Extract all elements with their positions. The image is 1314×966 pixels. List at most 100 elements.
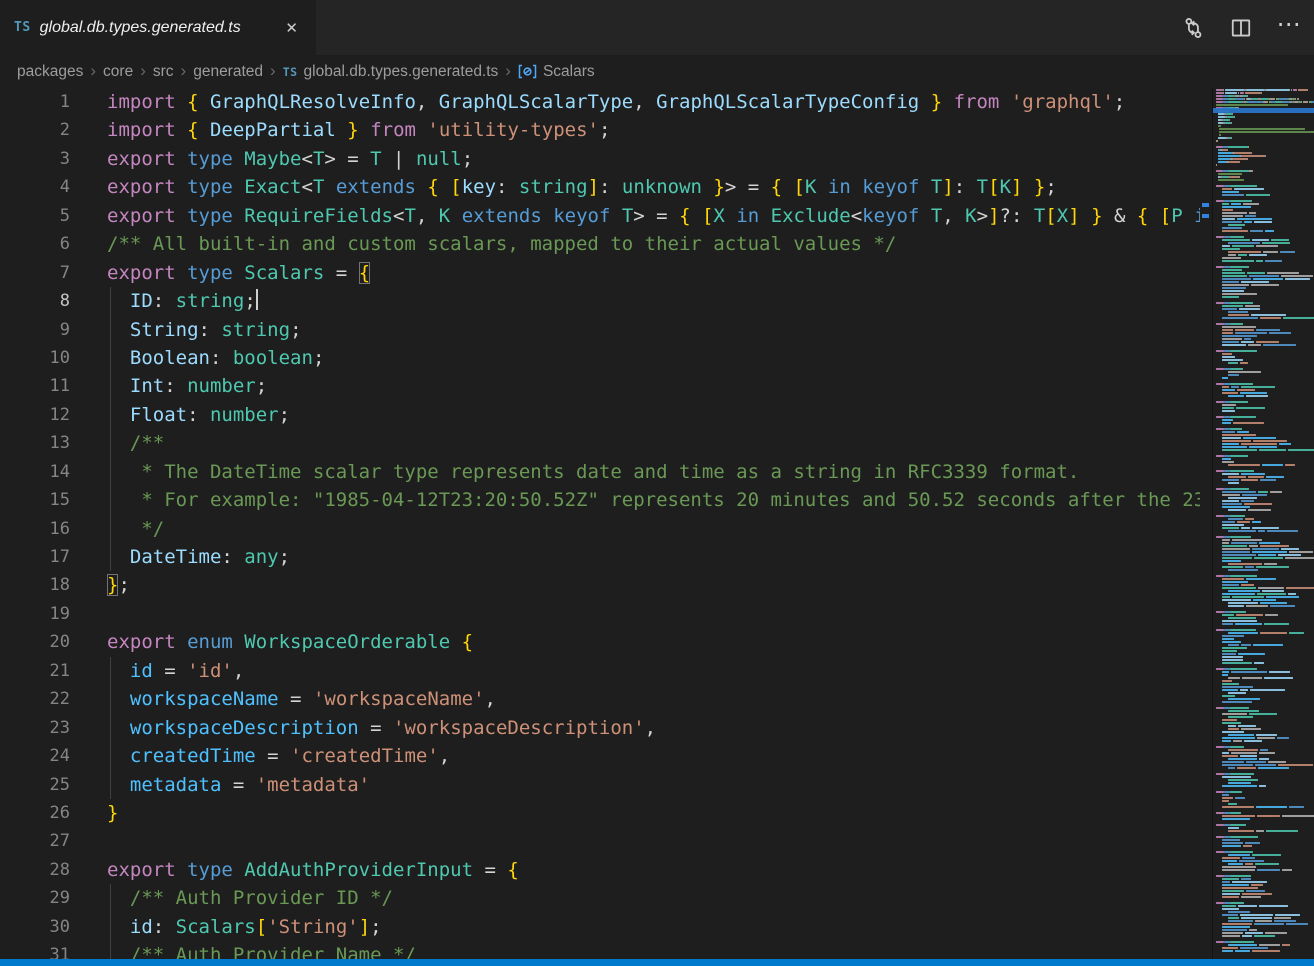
overview-ruler-marker bbox=[1202, 214, 1209, 218]
open-changes-button[interactable] bbox=[1176, 11, 1210, 45]
code-line[interactable]: 18}; bbox=[0, 571, 1200, 599]
line-number[interactable]: 22 bbox=[0, 685, 70, 713]
code-line[interactable]: 4export type Exact<T extends { [key: str… bbox=[0, 173, 1200, 201]
close-icon[interactable]: ✕ bbox=[281, 17, 302, 39]
code-line[interactable]: 12 Float: number; bbox=[0, 401, 1200, 429]
line-number[interactable]: 29 bbox=[0, 884, 70, 912]
code-line[interactable]: 22 workspaceName = 'workspaceName', bbox=[0, 685, 1200, 713]
code-line[interactable]: 10 Boolean: boolean; bbox=[0, 344, 1200, 372]
line-number[interactable]: 9 bbox=[0, 316, 70, 344]
code-line[interactable]: 16 */ bbox=[0, 515, 1200, 543]
breadcrumb-item-src[interactable]: src bbox=[153, 63, 174, 81]
line-number[interactable]: 25 bbox=[0, 771, 70, 799]
code-lines[interactable]: 1import { GraphQLResolveInfo, GraphQLSca… bbox=[0, 88, 1200, 959]
code-line[interactable]: 31 /** Auth Provider Name */ bbox=[0, 941, 1200, 959]
line-number[interactable]: 31 bbox=[0, 941, 70, 959]
typescript-file-icon: TS bbox=[283, 65, 298, 79]
line-number[interactable]: 17 bbox=[0, 543, 70, 571]
chevron-right-icon: › bbox=[270, 62, 276, 81]
line-number[interactable]: 18 bbox=[0, 571, 70, 599]
breadcrumb: packages › core › src › generated › TS g… bbox=[0, 55, 1314, 88]
code-line[interactable]: 30 id: Scalars['String']; bbox=[0, 913, 1200, 941]
line-number[interactable]: 28 bbox=[0, 856, 70, 884]
line-number[interactable]: 26 bbox=[0, 799, 70, 827]
typescript-file-icon: TS bbox=[14, 20, 31, 35]
chevron-right-icon: › bbox=[181, 62, 187, 81]
code-line[interactable]: 19 bbox=[0, 600, 1200, 628]
line-number[interactable]: 3 bbox=[0, 145, 70, 173]
line-number[interactable]: 2 bbox=[0, 116, 70, 144]
code-line[interactable]: 27 bbox=[0, 827, 1200, 855]
code-line[interactable]: 8 ID: string; bbox=[0, 287, 1200, 315]
line-number[interactable]: 7 bbox=[0, 259, 70, 287]
code-line[interactable]: 3export type Maybe<T> = T | null; bbox=[0, 145, 1200, 173]
line-number[interactable]: 14 bbox=[0, 458, 70, 486]
code-line[interactable]: 14 * The DateTime scalar type represents… bbox=[0, 458, 1200, 486]
code-line[interactable]: 29 /** Auth Provider ID */ bbox=[0, 884, 1200, 912]
code-line[interactable]: 20export enum WorkspaceOrderable { bbox=[0, 628, 1200, 656]
symbol-object-icon bbox=[518, 64, 537, 79]
minimap-current-line-marker bbox=[1213, 108, 1314, 113]
code-line[interactable]: 2import { DeepPartial } from 'utility-ty… bbox=[0, 116, 1200, 144]
code-line[interactable]: 23 workspaceDescription = 'workspaceDesc… bbox=[0, 714, 1200, 742]
code-line[interactable]: 7export type Scalars = { bbox=[0, 259, 1200, 287]
line-number[interactable]: 10 bbox=[0, 344, 70, 372]
line-number[interactable]: 15 bbox=[0, 486, 70, 514]
code-line[interactable]: 28export type AddAuthProviderInput = { bbox=[0, 856, 1200, 884]
line-number[interactable]: 24 bbox=[0, 742, 70, 770]
line-number[interactable]: 11 bbox=[0, 372, 70, 400]
code-line[interactable]: 24 createdTime = 'createdTime', bbox=[0, 742, 1200, 770]
split-editor-button[interactable] bbox=[1224, 11, 1258, 45]
editor[interactable]: 1import { GraphQLResolveInfo, GraphQLSca… bbox=[0, 88, 1314, 959]
editor-actions: ⋯ bbox=[1176, 0, 1306, 55]
line-number[interactable]: 20 bbox=[0, 628, 70, 656]
code-line[interactable]: 5export type RequireFields<T, K extends … bbox=[0, 202, 1200, 230]
breadcrumb-item-symbol[interactable]: Scalars bbox=[518, 63, 595, 81]
breadcrumb-item-file[interactable]: TS global.db.types.generated.ts bbox=[283, 63, 499, 81]
breadcrumb-symbol-label: Scalars bbox=[543, 63, 595, 81]
breadcrumb-item-packages[interactable]: packages bbox=[17, 63, 83, 81]
overview-ruler[interactable] bbox=[1200, 88, 1212, 959]
breadcrumb-item-core[interactable]: core bbox=[103, 63, 133, 81]
more-actions-button[interactable]: ⋯ bbox=[1272, 11, 1306, 45]
overview-ruler-marker bbox=[1202, 203, 1209, 207]
line-number[interactable]: 30 bbox=[0, 913, 70, 941]
line-number[interactable]: 1 bbox=[0, 88, 70, 116]
line-number[interactable]: 27 bbox=[0, 827, 70, 855]
line-number[interactable]: 16 bbox=[0, 515, 70, 543]
tab-bar: TS global.db.types.generated.ts ✕ bbox=[0, 0, 1314, 55]
code-line[interactable]: 9 String: string; bbox=[0, 316, 1200, 344]
code-line[interactable]: 17 DateTime: any; bbox=[0, 543, 1200, 571]
tab-global-db-types-generated-ts[interactable]: TS global.db.types.generated.ts ✕ bbox=[0, 0, 316, 55]
line-number[interactable]: 21 bbox=[0, 657, 70, 685]
code-line[interactable]: 13 /** bbox=[0, 429, 1200, 457]
line-number[interactable]: 19 bbox=[0, 600, 70, 628]
open-changes-icon bbox=[1182, 17, 1204, 39]
minimap-rows bbox=[1216, 89, 1314, 956]
line-number[interactable]: 13 bbox=[0, 429, 70, 457]
code-line[interactable]: 1import { GraphQLResolveInfo, GraphQLSca… bbox=[0, 88, 1200, 116]
chevron-right-icon: › bbox=[505, 62, 511, 81]
line-number[interactable]: 12 bbox=[0, 401, 70, 429]
vscode-window: TS global.db.types.generated.ts ✕ bbox=[0, 0, 1314, 966]
code-line[interactable]: 11 Int: number; bbox=[0, 372, 1200, 400]
code-line[interactable]: 15 * For example: "1985-04-12T23:20:50.5… bbox=[0, 486, 1200, 514]
line-number[interactable]: 4 bbox=[0, 173, 70, 201]
text-cursor bbox=[256, 289, 258, 310]
line-number[interactable]: 23 bbox=[0, 714, 70, 742]
status-bar[interactable] bbox=[0, 959, 1314, 966]
tab-title: global.db.types.generated.ts bbox=[40, 19, 272, 37]
split-editor-icon bbox=[1230, 17, 1252, 39]
breadcrumb-file-label: global.db.types.generated.ts bbox=[304, 63, 499, 81]
breadcrumb-item-generated[interactable]: generated bbox=[193, 63, 263, 81]
code-line[interactable]: 26} bbox=[0, 799, 1200, 827]
line-number[interactable]: 8 bbox=[0, 287, 70, 315]
chevron-right-icon: › bbox=[140, 62, 146, 81]
code-line[interactable]: 6/** All built-in and custom scalars, ma… bbox=[0, 230, 1200, 258]
line-number[interactable]: 5 bbox=[0, 202, 70, 230]
code-line[interactable]: 21 id = 'id', bbox=[0, 657, 1200, 685]
code-line[interactable]: 25 metadata = 'metadata' bbox=[0, 771, 1200, 799]
chevron-right-icon: › bbox=[90, 62, 96, 81]
minimap[interactable] bbox=[1212, 88, 1314, 959]
line-number[interactable]: 6 bbox=[0, 230, 70, 258]
